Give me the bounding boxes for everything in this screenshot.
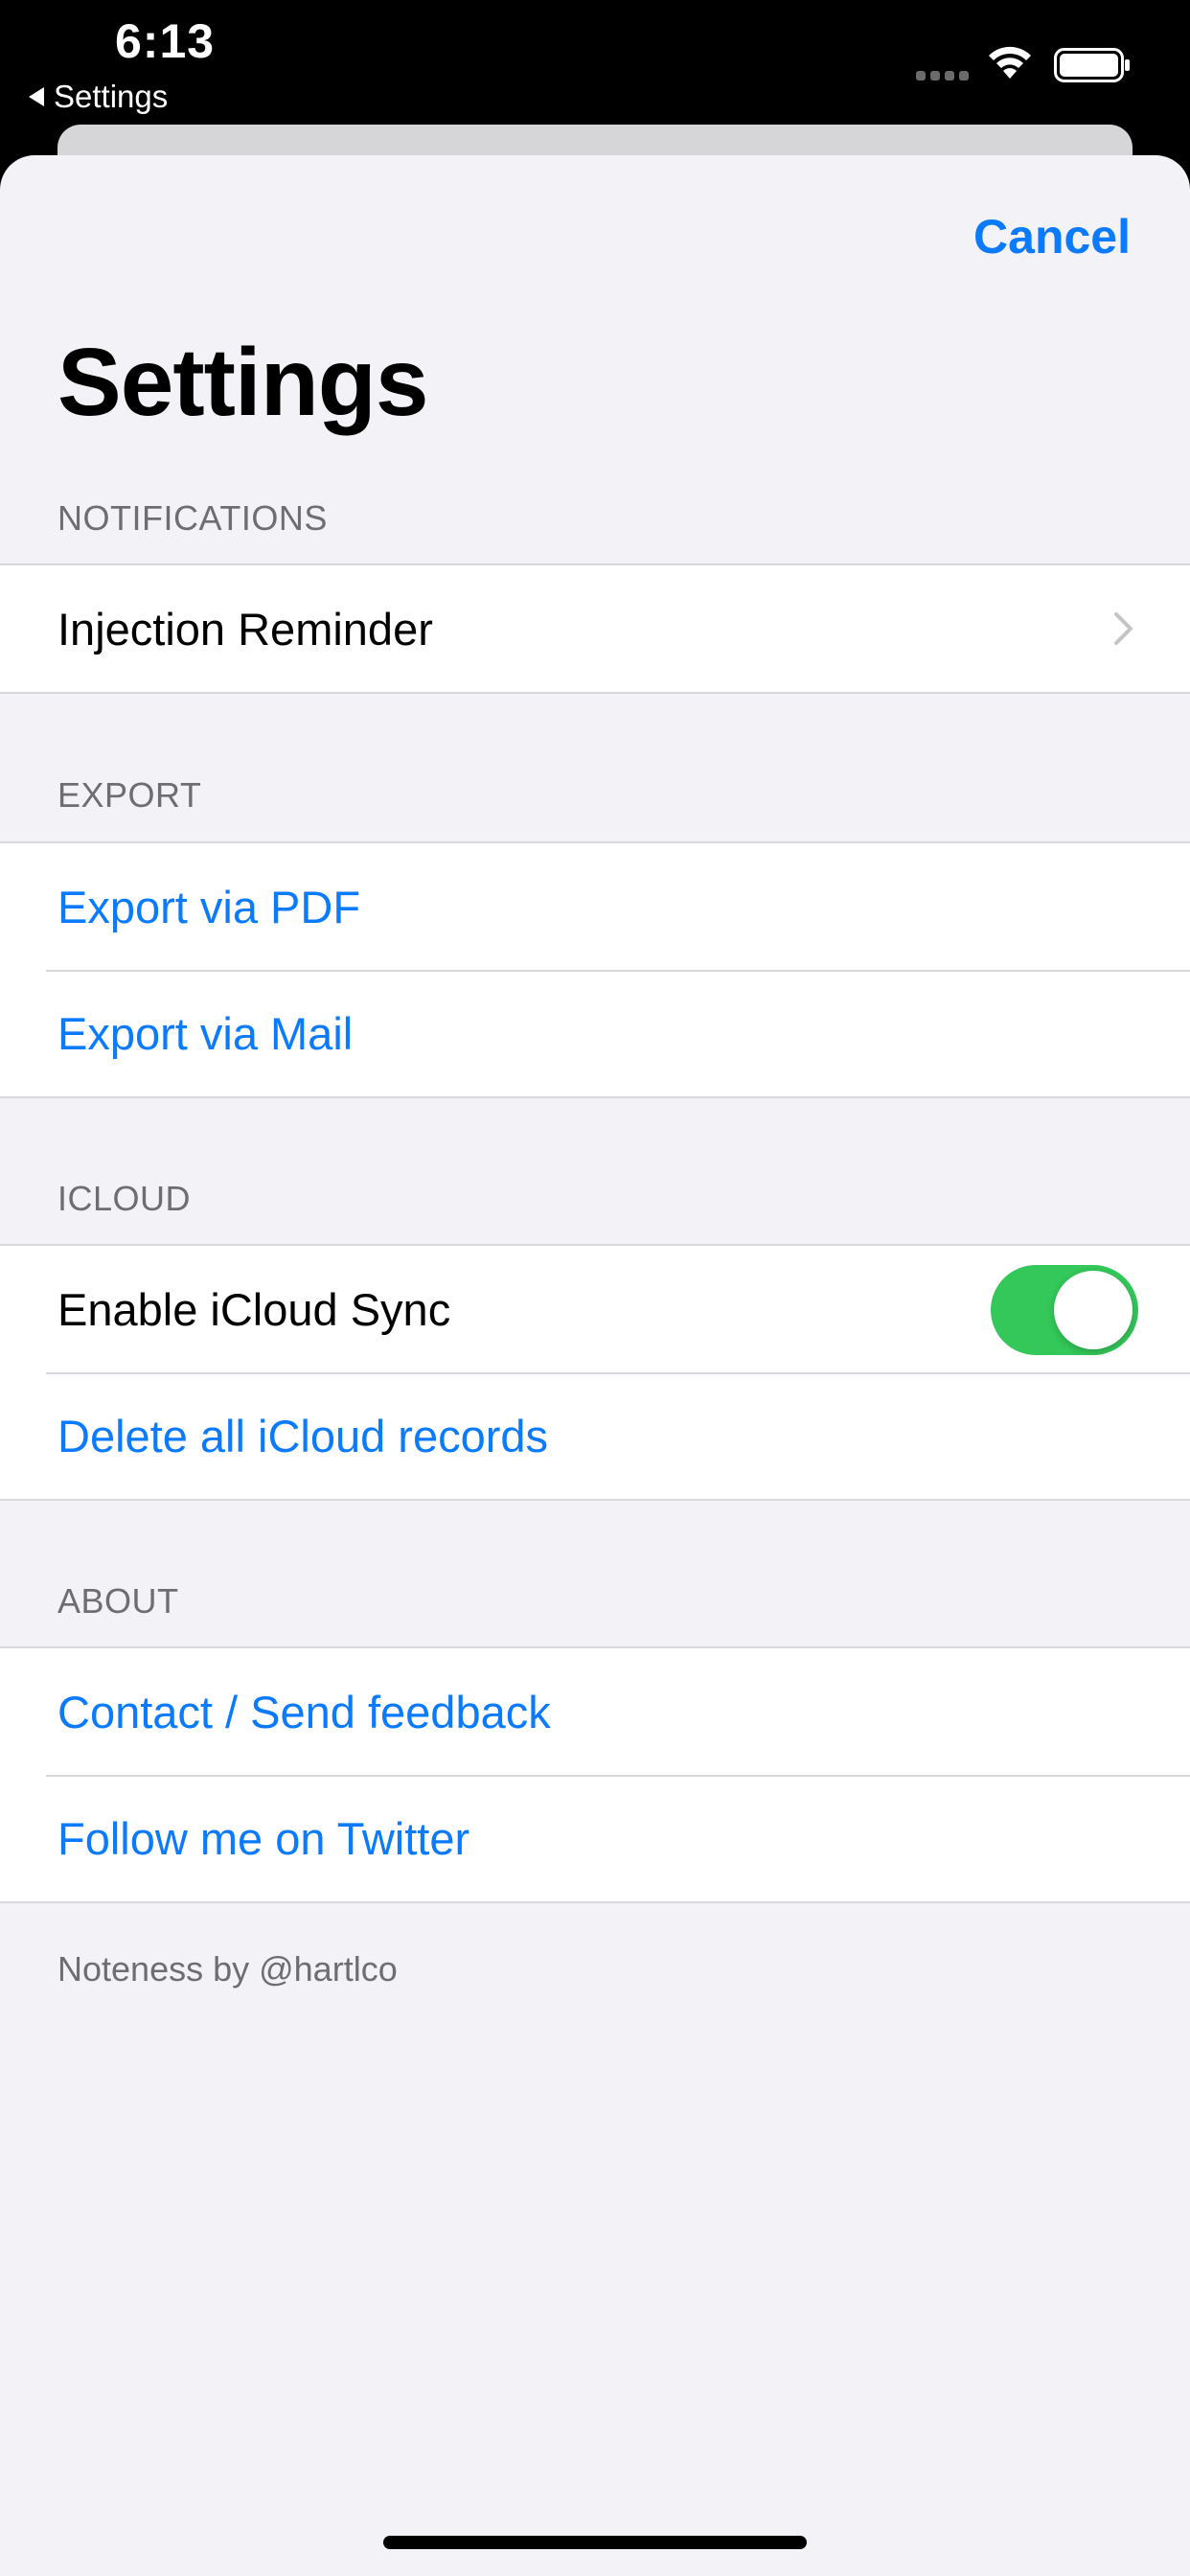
icloud-sync-toggle[interactable] <box>991 1265 1138 1355</box>
injection-reminder-row[interactable]: Injection Reminder <box>0 565 1190 692</box>
contact-feedback-label: Contact / Send feedback <box>57 1686 551 1737</box>
icloud-group: Enable iCloud Sync Delete all iCloud rec… <box>0 1244 1190 1501</box>
back-to-settings-link[interactable]: Settings <box>29 79 168 115</box>
enable-icloud-sync-row: Enable iCloud Sync <box>0 1246 1190 1372</box>
export-via-pdf-button[interactable]: Export via PDF <box>0 843 1190 970</box>
footer-credit: Noteness by @hartlco <box>57 1949 398 1989</box>
cellular-signal-icon <box>916 71 969 80</box>
contact-feedback-button[interactable]: Contact / Send feedback <box>0 1648 1190 1775</box>
export-via-mail-button[interactable]: Export via Mail <box>0 970 1190 1096</box>
wifi-icon <box>989 46 1031 79</box>
toggle-knob <box>1054 1271 1133 1349</box>
delete-icloud-records-label: Delete all iCloud records <box>57 1410 549 1461</box>
home-indicator[interactable] <box>383 2536 807 2549</box>
export-via-mail-label: Export via Mail <box>57 1007 354 1059</box>
enable-icloud-sync-label: Enable iCloud Sync <box>57 1283 451 1335</box>
follow-twitter-button[interactable]: Follow me on Twitter <box>0 1775 1190 1901</box>
section-header-notifications: NOTIFICATIONS <box>57 498 328 538</box>
notifications-group: Injection Reminder <box>0 564 1190 694</box>
back-caret-icon <box>29 87 44 106</box>
export-group: Export via PDF Export via Mail <box>0 841 1190 1098</box>
battery-icon <box>1054 48 1130 82</box>
section-header-about: ABOUT <box>57 1581 179 1621</box>
follow-twitter-label: Follow me on Twitter <box>57 1812 470 1864</box>
chevron-right-icon <box>1114 612 1133 645</box>
section-header-export: EXPORT <box>57 775 202 815</box>
status-time: 6:13 <box>115 14 216 68</box>
injection-reminder-label: Injection Reminder <box>57 603 433 655</box>
cancel-button[interactable]: Cancel <box>973 209 1131 264</box>
export-via-pdf-label: Export via PDF <box>57 881 361 932</box>
back-link-label: Settings <box>54 79 169 114</box>
about-group: Contact / Send feedback Follow me on Twi… <box>0 1646 1190 1903</box>
section-header-icloud: ICLOUD <box>57 1179 192 1218</box>
settings-sheet: Cancel Settings NOTIFICATIONS Injection … <box>0 155 1190 2576</box>
page-title: Settings <box>57 329 428 436</box>
delete-icloud-records-button[interactable]: Delete all iCloud records <box>0 1372 1190 1499</box>
